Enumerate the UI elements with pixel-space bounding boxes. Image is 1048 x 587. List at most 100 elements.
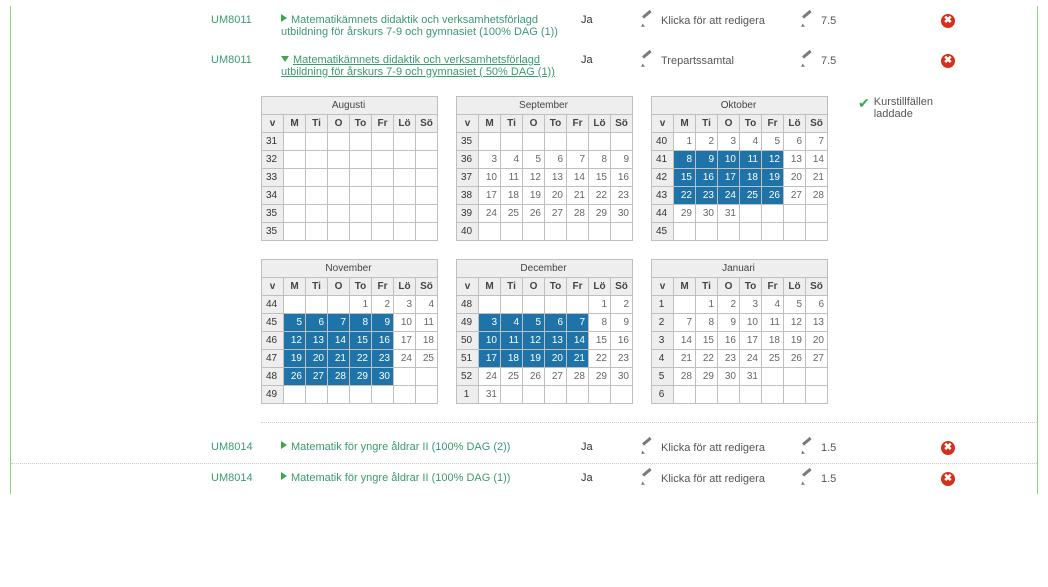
- day-cell[interactable]: 12: [523, 169, 545, 187]
- day-cell[interactable]: 18: [501, 187, 523, 205]
- day-cell[interactable]: 13: [545, 332, 567, 350]
- day-cell[interactable]: 15: [350, 332, 372, 350]
- day-cell[interactable]: 21: [567, 350, 589, 368]
- day-cell[interactable]: 4: [501, 151, 523, 169]
- day-cell[interactable]: 20: [545, 187, 567, 205]
- day-cell[interactable]: 28: [328, 368, 350, 386]
- day-cell[interactable]: 8: [589, 314, 611, 332]
- day-cell[interactable]: 16: [718, 332, 740, 350]
- day-cell[interactable]: 17: [718, 169, 740, 187]
- day-cell[interactable]: 24: [479, 205, 501, 223]
- day-cell[interactable]: 22: [350, 350, 372, 368]
- day-cell[interactable]: 28: [567, 368, 589, 386]
- day-cell[interactable]: 20: [784, 169, 806, 187]
- day-cell[interactable]: 13: [306, 332, 328, 350]
- day-cell[interactable]: 21: [806, 169, 828, 187]
- day-cell[interactable]: 14: [567, 169, 589, 187]
- edit-cell[interactable]: Klicka för att redigera: [641, 472, 801, 486]
- day-cell[interactable]: 7: [567, 151, 589, 169]
- day-cell[interactable]: 15: [589, 169, 611, 187]
- day-cell[interactable]: 18: [416, 332, 438, 350]
- day-cell[interactable]: 6: [306, 314, 328, 332]
- day-cell[interactable]: 9: [718, 314, 740, 332]
- delete-icon[interactable]: ✖: [941, 472, 955, 486]
- day-cell[interactable]: 16: [696, 169, 718, 187]
- day-cell[interactable]: 14: [328, 332, 350, 350]
- day-cell[interactable]: 10: [479, 332, 501, 350]
- day-cell[interactable]: 31: [740, 368, 762, 386]
- delete-icon[interactable]: ✖: [941, 14, 955, 28]
- day-cell[interactable]: 24: [394, 350, 416, 368]
- day-cell[interactable]: 20: [306, 350, 328, 368]
- day-cell[interactable]: 9: [611, 314, 633, 332]
- day-cell[interactable]: 23: [611, 187, 633, 205]
- day-cell[interactable]: 27: [306, 368, 328, 386]
- day-cell[interactable]: 11: [762, 314, 784, 332]
- course-title-link[interactable]: Matematik för yngre åldrar II (100% DAG …: [291, 441, 510, 453]
- day-cell[interactable]: 11: [740, 151, 762, 169]
- course-title-link[interactable]: Matematikämnets didaktik och verksamhets…: [281, 14, 558, 38]
- day-cell[interactable]: 7: [328, 314, 350, 332]
- day-cell[interactable]: 9: [611, 151, 633, 169]
- day-cell[interactable]: 11: [501, 332, 523, 350]
- edit-cell[interactable]: Klicka för att redigera: [641, 14, 801, 28]
- day-cell[interactable]: 23: [372, 350, 394, 368]
- day-cell[interactable]: 14: [806, 151, 828, 169]
- day-cell[interactable]: 6: [545, 151, 567, 169]
- day-cell[interactable]: 30: [372, 368, 394, 386]
- day-cell[interactable]: 23: [696, 187, 718, 205]
- expand-icon[interactable]: [281, 441, 287, 449]
- day-cell[interactable]: 9: [372, 314, 394, 332]
- expand-icon[interactable]: [281, 472, 287, 480]
- day-cell[interactable]: 15: [696, 332, 718, 350]
- day-cell[interactable]: 5: [284, 314, 306, 332]
- day-cell[interactable]: 20: [545, 350, 567, 368]
- edit-cell[interactable]: Trepartssamtal: [641, 54, 801, 68]
- day-cell[interactable]: 27: [545, 368, 567, 386]
- day-cell[interactable]: 4: [416, 296, 438, 314]
- day-cell[interactable]: 6: [545, 314, 567, 332]
- day-cell[interactable]: 30: [611, 368, 633, 386]
- day-cell[interactable]: 22: [696, 350, 718, 368]
- day-cell[interactable]: 22: [674, 187, 696, 205]
- hp-cell[interactable]: 7.5: [801, 54, 851, 68]
- day-cell[interactable]: 3: [479, 151, 501, 169]
- day-cell[interactable]: 7: [674, 314, 696, 332]
- day-cell[interactable]: 27: [806, 350, 828, 368]
- course-title-link[interactable]: Matematik för yngre åldrar II (100% DAG …: [291, 472, 510, 484]
- day-cell[interactable]: 31: [718, 205, 740, 223]
- course-title-link[interactable]: Matematikämnets didaktik och verksamhets…: [281, 54, 555, 78]
- day-cell[interactable]: 8: [696, 314, 718, 332]
- day-cell[interactable]: 16: [611, 169, 633, 187]
- day-cell[interactable]: 11: [501, 169, 523, 187]
- collapse-icon[interactable]: [281, 56, 289, 62]
- day-cell[interactable]: 3: [718, 133, 740, 151]
- hp-cell[interactable]: 7.5: [801, 14, 851, 28]
- day-cell[interactable]: 7: [567, 314, 589, 332]
- hp-cell[interactable]: 1.5: [801, 472, 851, 486]
- day-cell[interactable]: 23: [718, 350, 740, 368]
- day-cell[interactable]: 5: [762, 133, 784, 151]
- day-cell[interactable]: 3: [394, 296, 416, 314]
- day-cell[interactable]: 9: [696, 151, 718, 169]
- day-cell[interactable]: 28: [806, 187, 828, 205]
- day-cell[interactable]: 16: [372, 332, 394, 350]
- day-cell[interactable]: 13: [806, 314, 828, 332]
- day-cell[interactable]: 22: [589, 187, 611, 205]
- day-cell[interactable]: 8: [674, 151, 696, 169]
- day-cell[interactable]: 4: [740, 133, 762, 151]
- day-cell[interactable]: 29: [589, 368, 611, 386]
- day-cell[interactable]: 29: [350, 368, 372, 386]
- day-cell[interactable]: 19: [762, 169, 784, 187]
- day-cell[interactable]: 24: [740, 350, 762, 368]
- day-cell[interactable]: 17: [479, 350, 501, 368]
- day-cell[interactable]: 11: [416, 314, 438, 332]
- day-cell[interactable]: 14: [674, 332, 696, 350]
- day-cell[interactable]: 18: [762, 332, 784, 350]
- day-cell[interactable]: 30: [611, 205, 633, 223]
- day-cell[interactable]: 31: [479, 386, 501, 404]
- day-cell[interactable]: 6: [784, 133, 806, 151]
- day-cell[interactable]: 30: [718, 368, 740, 386]
- day-cell[interactable]: 19: [284, 350, 306, 368]
- day-cell[interactable]: 26: [784, 350, 806, 368]
